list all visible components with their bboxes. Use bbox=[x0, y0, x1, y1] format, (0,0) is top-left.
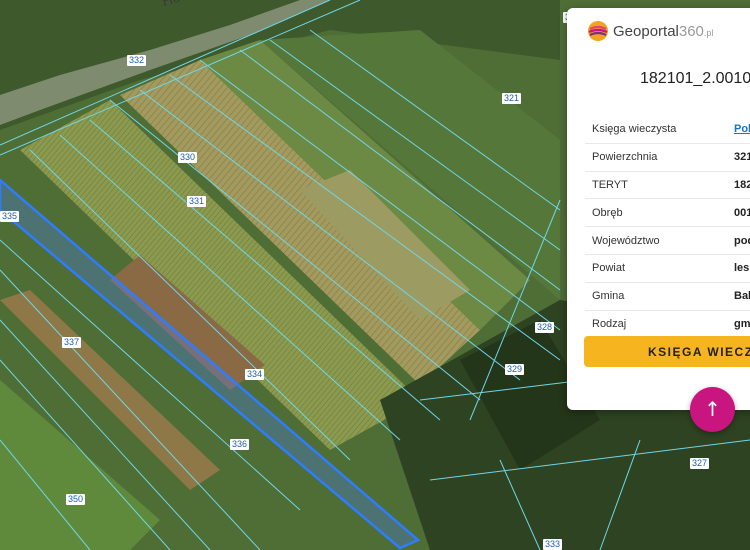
attr-value: Balig bbox=[734, 290, 750, 303]
logo-accent: 360 bbox=[678, 22, 704, 40]
logo-text: Geoportal360.pl bbox=[613, 23, 713, 40]
parcel-info-panel: Geoportal360.pl 182101_2.0010 Księga wie… bbox=[567, 8, 750, 410]
attr-value: 0010 bbox=[734, 206, 750, 219]
attr-label: TERYT bbox=[592, 178, 628, 191]
parcel-label[interactable]: 335 bbox=[0, 211, 20, 222]
parcel-label[interactable]: 328 bbox=[535, 322, 555, 333]
attr-label: Gmina bbox=[592, 290, 625, 303]
scroll-top-button[interactable]: ↑ bbox=[690, 387, 735, 432]
attr-value: gmin bbox=[734, 317, 750, 330]
parcel-label[interactable]: 330 bbox=[178, 152, 198, 163]
parcel-label[interactable]: 336 bbox=[230, 439, 250, 450]
arrow-up-icon: ↑ bbox=[704, 397, 721, 421]
attributes-table: Księga wieczysta Pokaż Powierzchnia 3216 T… bbox=[585, 116, 750, 339]
parcel-label[interactable]: 331 bbox=[187, 196, 207, 207]
attr-row-powiat: Powiat leski bbox=[585, 255, 750, 283]
attr-row-area: Powierzchnia 3216 bbox=[585, 144, 750, 172]
attr-row-rodzaj: Rodzaj gmin bbox=[585, 311, 750, 339]
logo-name: Geoportal bbox=[613, 22, 679, 40]
attr-value: podk bbox=[734, 234, 750, 247]
attr-label: Obręb bbox=[592, 206, 623, 219]
parcel-label[interactable]: 350 bbox=[66, 494, 86, 505]
geoportal-logo[interactable]: Geoportal360.pl bbox=[587, 18, 713, 44]
attr-row-wojewodztwo: Województwo podk bbox=[585, 227, 750, 255]
parcel-id-title: 182101_2.0010 bbox=[640, 70, 750, 87]
parcel-label[interactable]: 334 bbox=[245, 369, 265, 380]
attr-value: 3216 bbox=[734, 151, 750, 164]
attr-label: Księga wieczysta bbox=[592, 123, 677, 136]
attr-label: Powiat bbox=[592, 262, 626, 275]
attr-row-obreb: Obręb 0010 bbox=[585, 199, 750, 228]
parcel-label[interactable]: 332 bbox=[127, 55, 147, 66]
geoportal-logo-icon bbox=[588, 21, 608, 41]
kw-link[interactable]: Pokaż bbox=[734, 123, 750, 135]
parcel-label[interactable]: 337 bbox=[62, 337, 82, 348]
attr-row-teryt: TERYT 18210 bbox=[585, 172, 750, 200]
attr-label: Województwo bbox=[592, 234, 660, 247]
attr-value: 18210 bbox=[734, 178, 750, 191]
logo-suffix: .pl bbox=[703, 27, 714, 38]
attr-value: leski bbox=[734, 262, 750, 275]
ksiega-wieczysta-button[interactable]: KSIĘGA WIECZYS bbox=[584, 336, 750, 367]
parcel-label[interactable]: 333 bbox=[543, 539, 563, 550]
attr-label: Powierzchnia bbox=[592, 151, 658, 164]
parcel-label[interactable]: 327 bbox=[690, 458, 710, 469]
parcel-label[interactable]: 329 bbox=[505, 364, 525, 375]
attr-row-gmina: Gmina Balig bbox=[585, 283, 750, 311]
attr-label: Rodzaj bbox=[592, 317, 627, 330]
attr-row-kw: Księga wieczysta Pokaż bbox=[585, 116, 750, 144]
parcel-label[interactable]: 321 bbox=[502, 93, 522, 104]
